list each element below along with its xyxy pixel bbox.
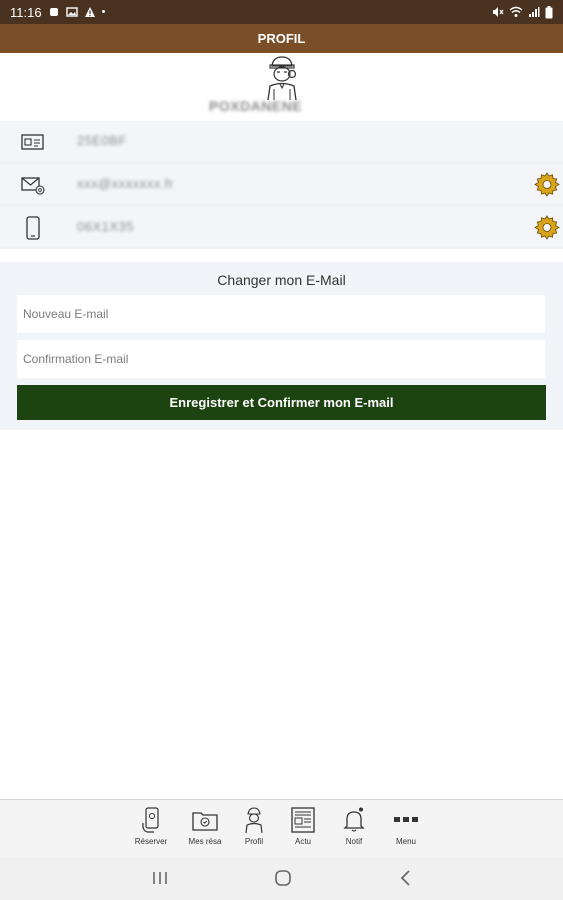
- status-bar: 11:16 •: [0, 0, 563, 24]
- mute-icon: [493, 7, 504, 17]
- home-icon[interactable]: [272, 868, 294, 888]
- person-icon: [245, 807, 263, 834]
- notification-dot: •: [101, 5, 106, 18]
- nav-item-menu[interactable]: Menu: [382, 806, 430, 854]
- id-value: 25E0BF: [77, 133, 127, 148]
- battery-icon: [545, 5, 553, 18]
- confirm-email-input[interactable]: [17, 340, 545, 378]
- page-title: PROFIL: [257, 31, 306, 46]
- status-time: 11:16: [10, 4, 42, 20]
- profile-name-text: POXDANENE: [209, 98, 303, 114]
- slack-icon: [49, 8, 58, 16]
- nav-item-notif[interactable]: Notif: [330, 806, 378, 854]
- nav-label-profil: Profil: [244, 837, 264, 846]
- bottom-nav: Réserver Mes résa Profil Actu Notif Menu: [0, 799, 563, 857]
- wifi-icon: [509, 6, 523, 17]
- nav-label-menu: Menu: [395, 837, 416, 846]
- recent-apps-icon[interactable]: [149, 868, 171, 888]
- warning-icon: [84, 7, 95, 17]
- system-nav-bar: [0, 857, 563, 900]
- new-email-input[interactable]: [17, 295, 545, 333]
- info-row-phone: 06X1X35: [0, 207, 563, 247]
- profile-info-list: 25E0BF xxx@xxxxxxx.fr 06X1X35: [0, 121, 563, 249]
- nav-label-actu: Actu: [294, 837, 311, 846]
- edit-phone-gear-icon[interactable]: [534, 215, 560, 241]
- folder-icon: [192, 812, 218, 831]
- email-value: xxx@xxxxxxx.fr: [77, 176, 174, 191]
- image-icon: [65, 7, 78, 17]
- nav-label-mes-resa: Mes résa: [188, 837, 222, 846]
- newspaper-icon: [291, 807, 315, 833]
- info-row-email: xxx@xxxxxxx.fr: [0, 164, 563, 204]
- profile-name: POXDANENE: [209, 98, 302, 116]
- signal-icon: [529, 7, 540, 17]
- nav-item-profil[interactable]: Profil: [230, 806, 278, 854]
- nav-label-notif: Notif: [345, 837, 363, 846]
- phone-icon: [26, 216, 40, 240]
- email-icon: [21, 177, 45, 195]
- phone-reserve-icon: [142, 807, 159, 833]
- bell-icon: [343, 807, 365, 832]
- nav-item-actu[interactable]: Actu: [279, 806, 327, 854]
- nav-label-reserver: Réserver: [134, 837, 168, 846]
- edit-email-gear-icon[interactable]: [534, 172, 560, 198]
- change-email-panel: Changer mon E-Mail Enregistrer et Confir…: [0, 262, 563, 430]
- save-confirm-email-button[interactable]: Enregistrer et Confirmer mon E-mail: [17, 385, 546, 420]
- back-icon[interactable]: [395, 868, 417, 888]
- avatar: [267, 56, 297, 101]
- phone-value: 06X1X35: [77, 219, 134, 234]
- app-header: PROFIL: [0, 24, 563, 53]
- nav-item-reserver[interactable]: Réserver: [127, 806, 175, 854]
- id-card-icon: [21, 134, 44, 150]
- more-icon: [394, 817, 418, 822]
- change-email-title: Changer mon E-Mail: [217, 272, 346, 288]
- info-row-id: 25E0BF: [0, 121, 563, 161]
- nav-item-mes-resa[interactable]: Mes résa: [181, 806, 229, 854]
